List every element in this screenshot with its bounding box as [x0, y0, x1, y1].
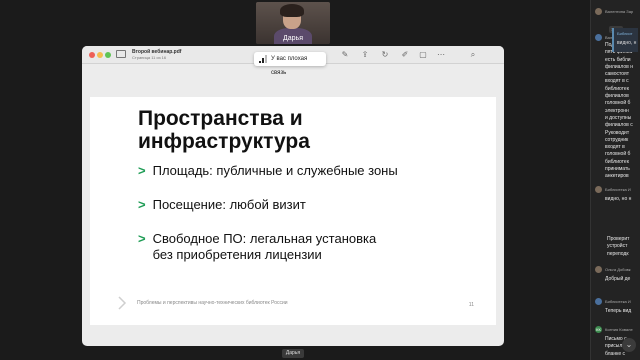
quoted-message: Библиот видно, н [612, 28, 638, 52]
close-window-icon[interactable] [89, 52, 95, 58]
chat-message-text: Подсказки пять филиа есть библи филиалов… [605, 42, 633, 180]
screen-share-owner-label: Дарья [282, 349, 304, 358]
sidebar-toggle-icon[interactable] [116, 50, 126, 58]
chat-sender: Ольга Добовк [605, 267, 631, 272]
chat-message-text: видно, но н [605, 196, 632, 202]
presentation-slide: Пространства и инфраструктура > Площадь: … [90, 97, 496, 325]
slide-title: Пространства и инфраструктура [138, 107, 310, 153]
slide-page-number: 11 [468, 302, 474, 308]
chat-message-text: Добрый де [605, 276, 631, 282]
toast-message: У вас плохая связь [271, 56, 308, 76]
avatar [595, 186, 602, 193]
quoted-text: видно, н [617, 40, 637, 46]
highlight-icon[interactable]: ✐ [400, 50, 410, 60]
minimize-window-icon[interactable] [97, 52, 103, 58]
maximize-window-icon[interactable] [105, 52, 111, 58]
share-icon[interactable]: ⇪ [360, 50, 370, 60]
avatar [595, 298, 602, 305]
page-indicator: Страница 11 из 16 [132, 55, 167, 60]
slide-bullet: > Свободное ПО: легальная установка без п… [138, 231, 377, 262]
avatar [595, 8, 602, 15]
signal-strength-icon [259, 55, 267, 63]
participant-hair [280, 4, 304, 17]
chat-sender: Ксения Ковале [605, 327, 633, 332]
slide-logo-chevron-icon [118, 296, 127, 310]
slide-bullet: > Площадь: публичные и служебные зоны [138, 163, 398, 178]
chat-message-text: Теперь вид [605, 308, 632, 314]
slide-bullet: > Посещение: любой визит [138, 197, 306, 212]
chat-sender: Библиотека И [605, 299, 631, 304]
search-icon[interactable]: ⌕ [468, 50, 478, 60]
avatar: КК [595, 326, 602, 333]
chat-sender: Валентина Зар [605, 9, 634, 14]
quoted-author: Библиот [617, 31, 633, 36]
annotate-icon[interactable]: ▢ [418, 50, 428, 60]
avatar [595, 266, 602, 273]
bullet-arrow-icon: > [138, 197, 146, 212]
participant-video-tile[interactable]: Дарья [256, 2, 330, 44]
bullet-arrow-icon: > [138, 231, 146, 246]
slide-footer: Проблемы и перспективы научно-технически… [137, 300, 288, 306]
rotate-icon[interactable]: ↻ [380, 50, 390, 60]
avatar [595, 34, 602, 41]
participant-name: Дарья [283, 35, 303, 42]
poor-connection-toast: У вас плохая связь [254, 52, 326, 76]
chat-panel[interactable]: Валентина Зар 14:12 Валентина Сау Подска… [590, 0, 640, 360]
chat-sender: Библиотека И [605, 187, 631, 192]
bullet-arrow-icon: > [138, 163, 146, 178]
scroll-down-chevron-icon[interactable]: ⌄ [622, 338, 636, 352]
more-options-icon[interactable]: ⋯ [436, 50, 446, 60]
chat-message-text: Проверит устройст переподк [607, 236, 630, 257]
markup-pen-icon[interactable]: ✎ [340, 50, 350, 60]
